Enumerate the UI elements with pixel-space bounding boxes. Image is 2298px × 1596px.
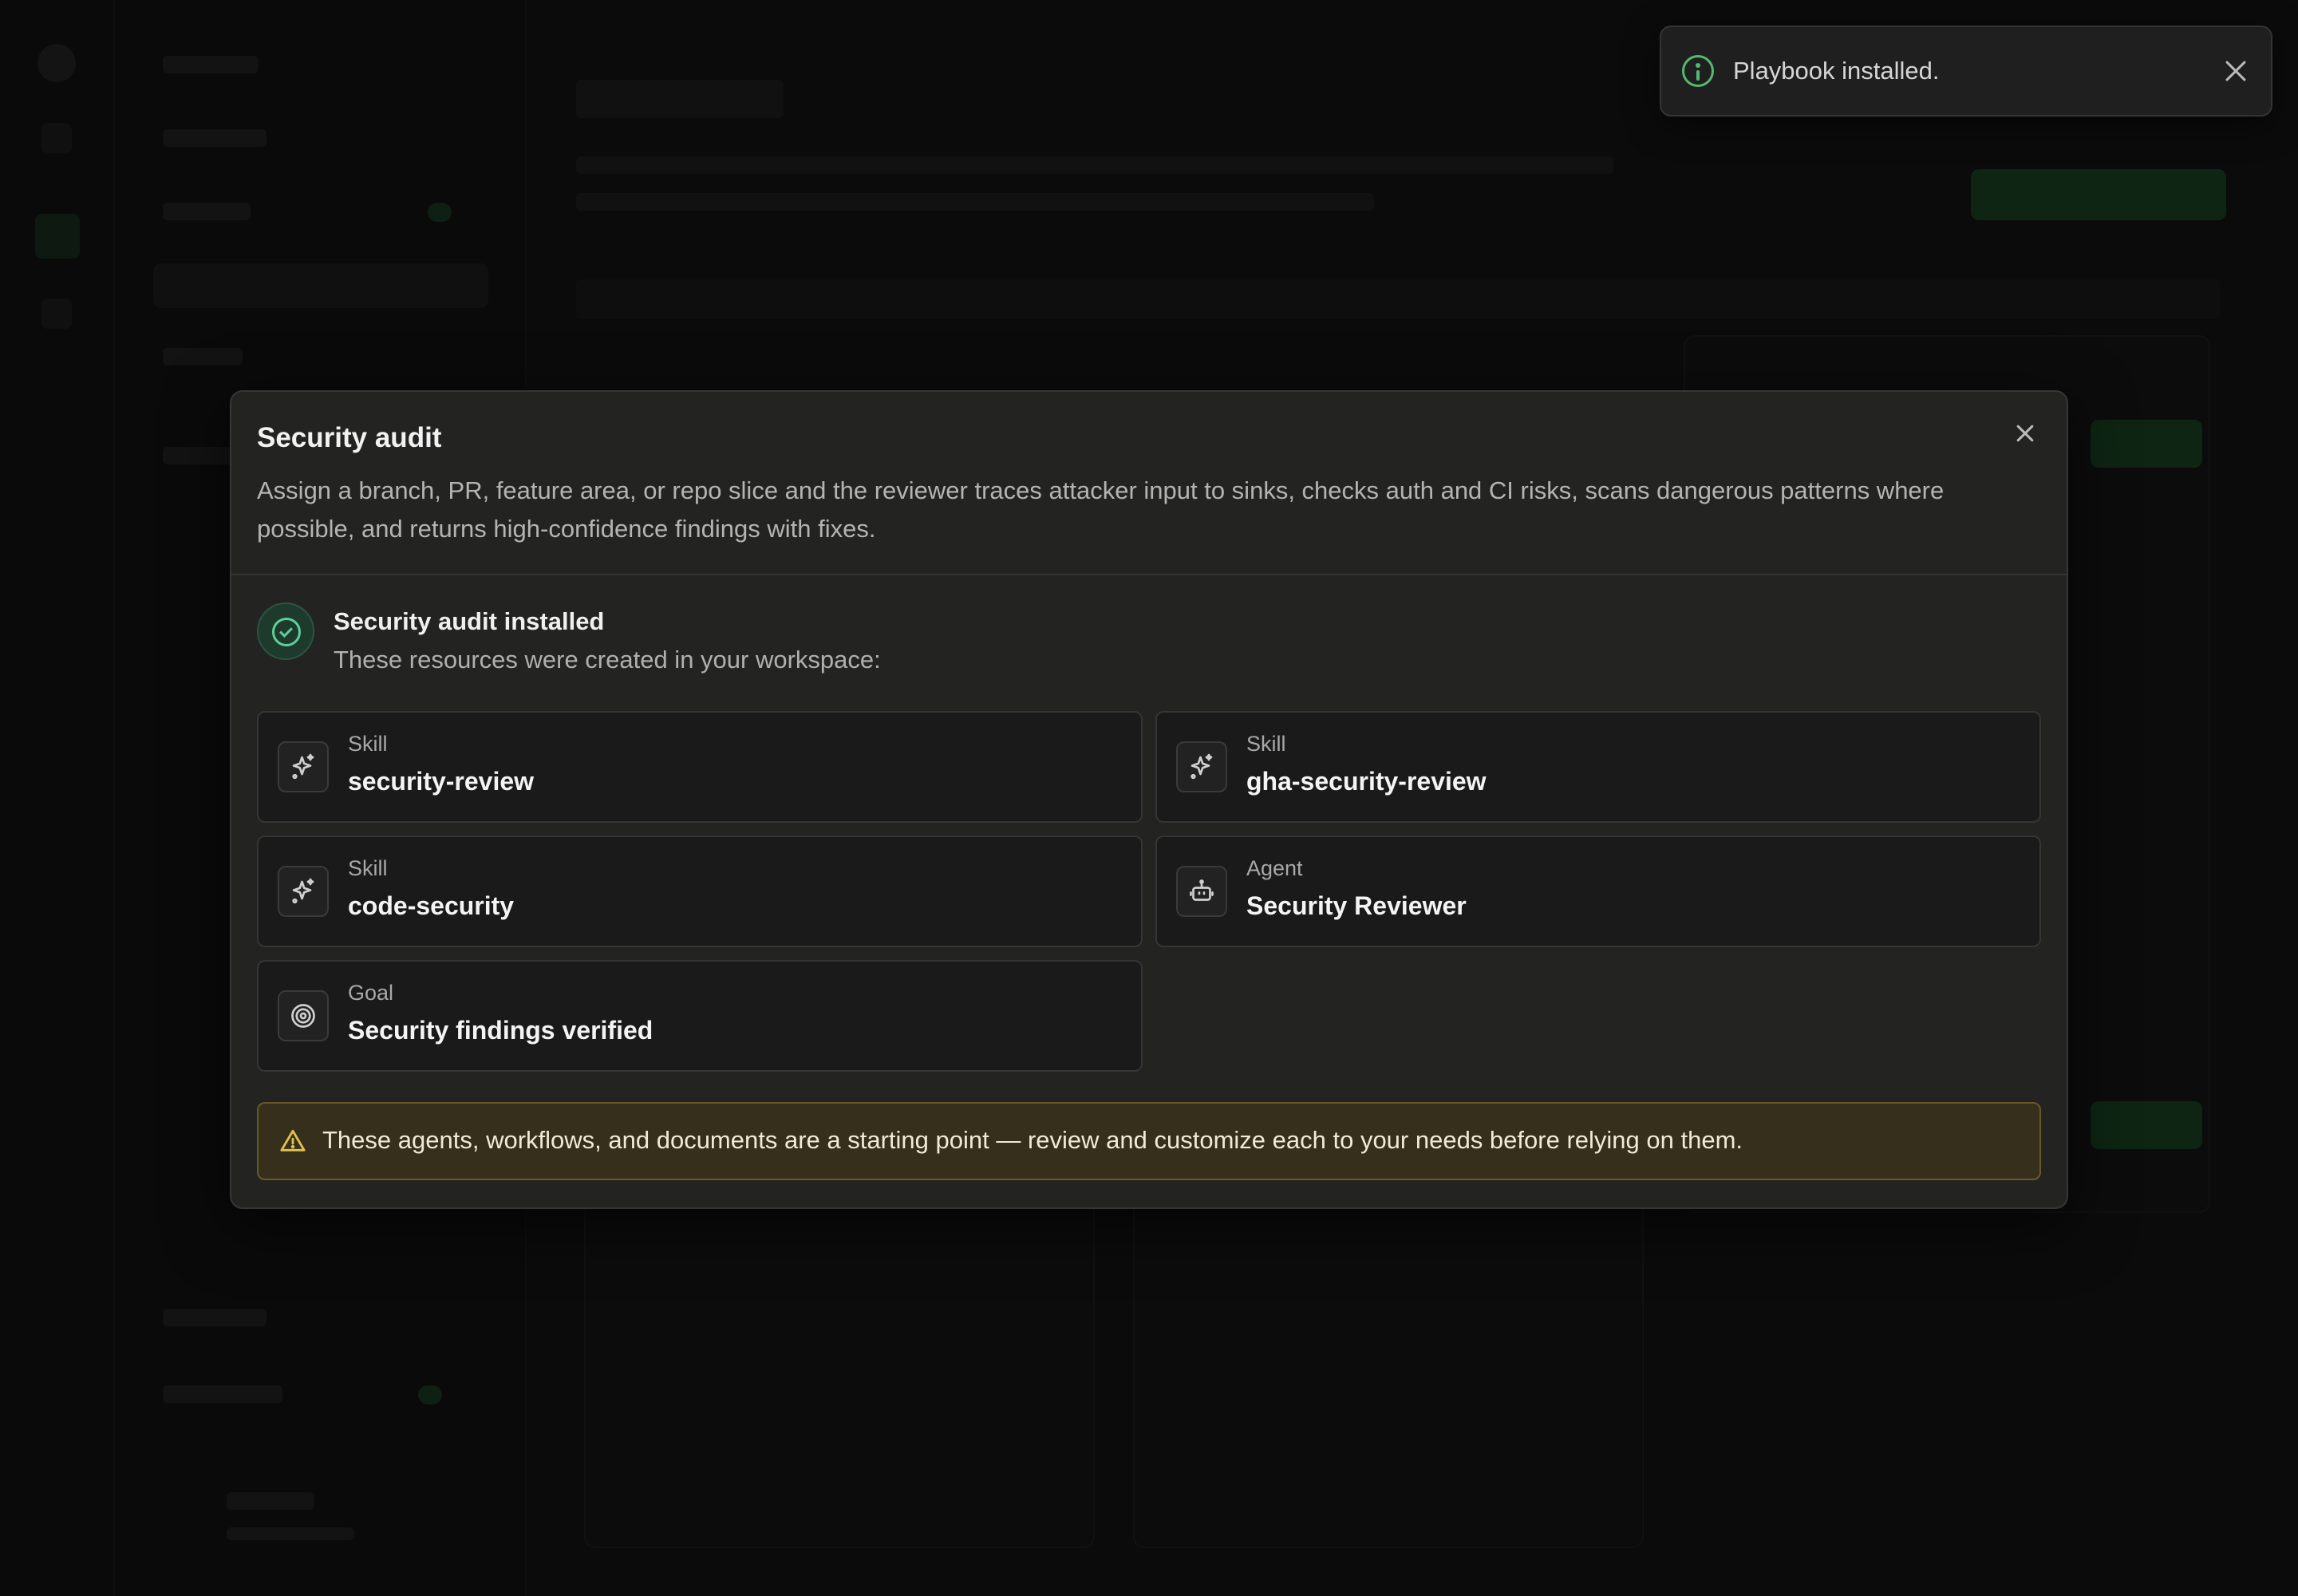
resource-type: Skill [348, 732, 388, 756]
check-circle-icon [257, 602, 314, 660]
dialog-header: Security audit Assign a branch, PR, feat… [231, 392, 2067, 575]
resource-card[interactable]: Skill gha-security-review [1155, 711, 2041, 823]
dialog-description: Assign a branch, PR, feature area, or re… [257, 476, 1945, 543]
resource-card[interactable]: Goal Security findings verified [257, 960, 1143, 1072]
warning-banner: These agents, workflows, and documents a… [257, 1102, 2041, 1180]
resource-type: Skill [348, 856, 388, 880]
toast-notification: Playbook installed. [1660, 26, 2272, 117]
resource-name: code-security [348, 891, 515, 920]
resource-name: gha-security-review [1246, 767, 1487, 796]
target-icon [278, 990, 329, 1041]
resource-type: Skill [1246, 732, 1286, 756]
sparkle-icon [1176, 741, 1227, 792]
robot-icon [1176, 866, 1227, 917]
resource-card[interactable]: Agent Security Reviewer [1155, 836, 2041, 947]
resource-card[interactable]: Skill code-security [257, 836, 1143, 947]
playbook-dialog: Security audit Assign a branch, PR, feat… [230, 390, 2068, 1209]
resource-type: Agent [1246, 856, 1303, 880]
install-success: Security audit installed These resources… [257, 601, 1374, 681]
sparkle-icon [278, 741, 329, 792]
warning-text: These agents, workflows, and documents a… [322, 1126, 1743, 1154]
dialog-close-button[interactable] [2000, 408, 2051, 459]
toast-close-button[interactable] [2221, 57, 2250, 85]
sparkle-icon [278, 866, 329, 917]
info-icon [1682, 55, 1714, 87]
warning-icon [280, 1129, 306, 1152]
success-title: Security audit installed [334, 607, 605, 635]
resource-card[interactable]: Skill security-review [257, 711, 1143, 823]
resource-name: Security findings verified [348, 1016, 653, 1045]
resource-name: Security Reviewer [1246, 891, 1467, 920]
dialog-title: Security audit [257, 422, 442, 453]
resource-name: security-review [348, 767, 535, 796]
toast-message: Playbook installed. [1733, 57, 1940, 85]
success-subtitle: These resources were created in your wor… [334, 646, 881, 674]
resource-type: Goal [348, 981, 394, 1005]
